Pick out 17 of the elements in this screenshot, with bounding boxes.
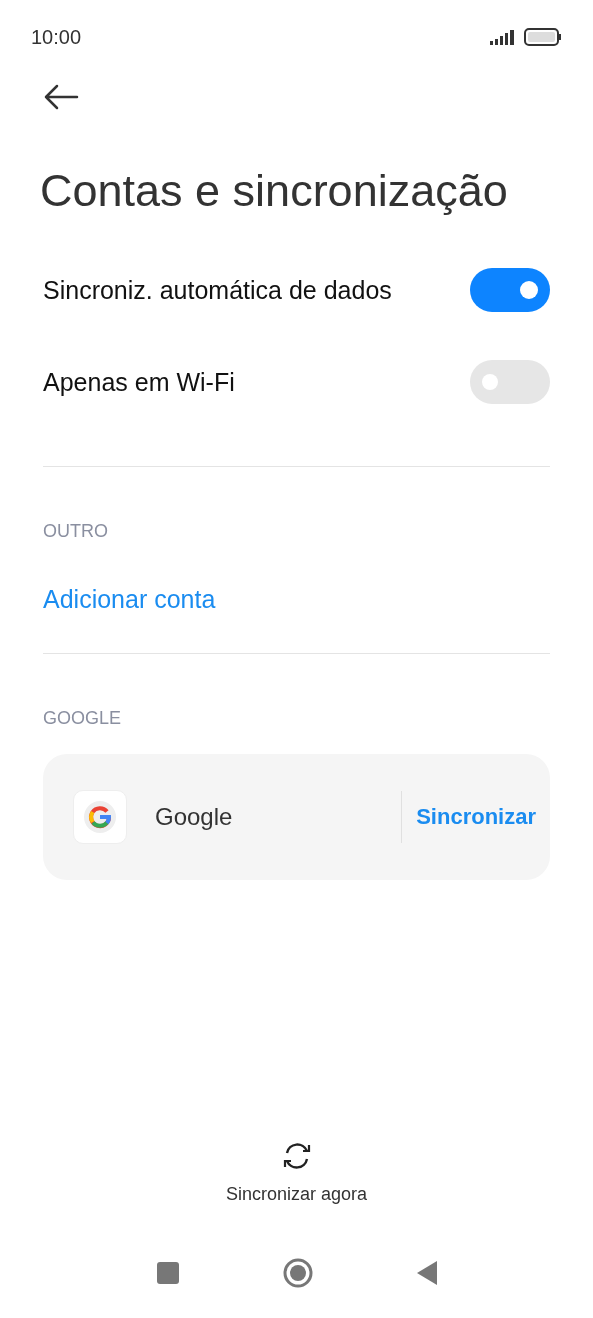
- setting-label: Apenas em Wi-Fi: [43, 367, 235, 397]
- back-icon[interactable]: [416, 1260, 438, 1286]
- home-icon[interactable]: [282, 1258, 313, 1288]
- sync-now-label[interactable]: Sincronizar agora: [225, 1184, 368, 1205]
- account-name: Google: [155, 803, 234, 831]
- signal-icon: [490, 29, 516, 45]
- section-header: OUTRO: [43, 521, 109, 543]
- status-time: 10:00: [31, 25, 82, 49]
- page-title: Contas e sincronização: [40, 164, 509, 218]
- google-logo-icon: [73, 790, 127, 844]
- setting-label: Sincroniz. automática de dados: [43, 275, 392, 305]
- battery-icon: [524, 28, 562, 46]
- toggle-switch[interactable]: [470, 268, 550, 312]
- toggle-switch[interactable]: [470, 360, 550, 404]
- back-arrow-icon[interactable]: [43, 84, 79, 110]
- section-header: GOOGLE: [43, 708, 123, 730]
- account-card[interactable]: Google Sincronizar: [43, 754, 550, 880]
